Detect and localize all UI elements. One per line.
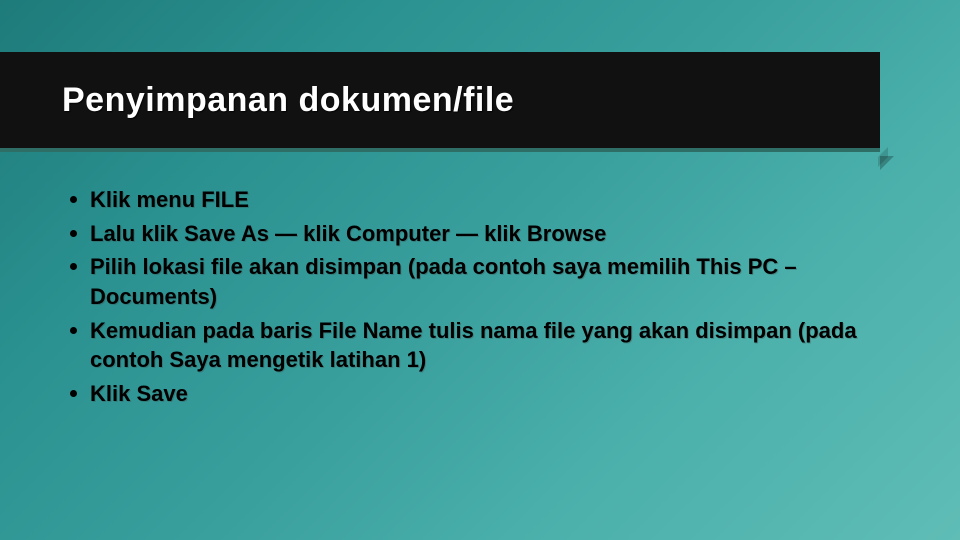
slide-content: Klik menu FILE Lalu klik Save As — klik … <box>70 185 910 413</box>
list-item: Pilih lokasi file akan disimpan (pada co… <box>70 252 910 311</box>
list-item: Klik menu FILE <box>70 185 910 215</box>
band-shadow <box>880 156 894 170</box>
list-item: Kemudian pada baris File Name tulis nama… <box>70 316 910 375</box>
bullet-list: Klik menu FILE Lalu klik Save As — klik … <box>70 185 910 409</box>
slide-title: Penyimpanan dokumen/file <box>62 81 514 120</box>
list-item: Klik Save <box>70 379 910 409</box>
list-item: Lalu klik Save As — klik Computer — klik… <box>70 219 910 249</box>
title-band: Penyimpanan dokumen/file <box>0 52 880 152</box>
